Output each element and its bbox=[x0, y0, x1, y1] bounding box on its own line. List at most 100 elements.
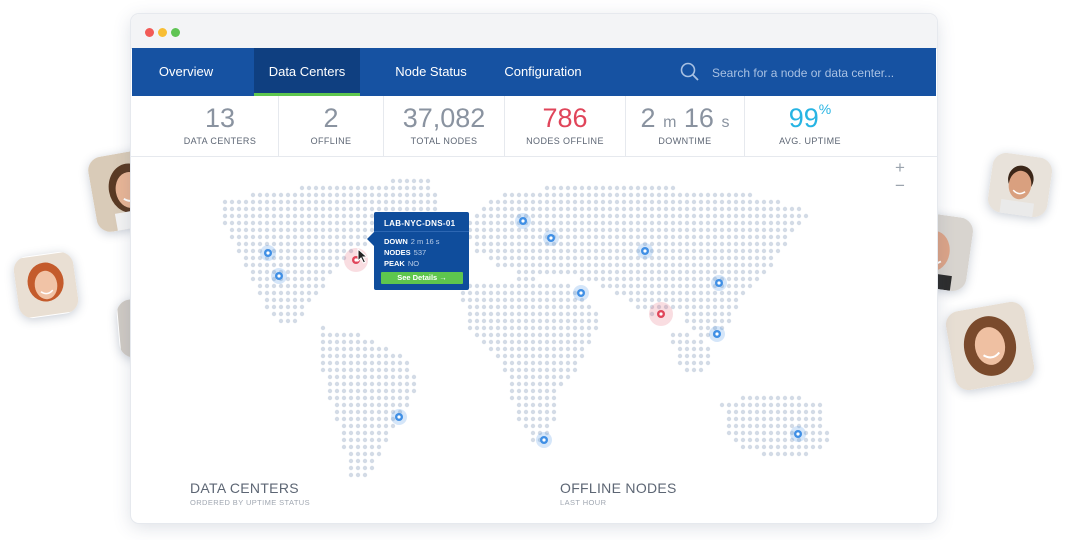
map-dot bbox=[635, 199, 641, 205]
map-dot bbox=[579, 325, 585, 331]
map-dot bbox=[348, 241, 354, 247]
map-dot bbox=[789, 227, 795, 233]
minimize-window-button[interactable] bbox=[158, 28, 167, 37]
tab-node-status[interactable]: Node Status bbox=[378, 48, 484, 96]
map-dot bbox=[306, 227, 312, 233]
map-dot bbox=[250, 213, 256, 219]
map-dot bbox=[684, 367, 690, 373]
datacenter-marker[interactable] bbox=[391, 409, 407, 425]
tab-configuration[interactable]: Configuration bbox=[492, 48, 594, 96]
zoom-in-button[interactable]: + bbox=[891, 159, 909, 177]
map-dot bbox=[530, 290, 536, 296]
datacenter-marker[interactable] bbox=[271, 268, 287, 284]
datacenter-marker[interactable] bbox=[709, 326, 725, 342]
map-dot bbox=[684, 304, 690, 310]
datacenter-marker[interactable] bbox=[543, 230, 559, 246]
map-dot bbox=[327, 213, 333, 219]
map-dot bbox=[768, 395, 774, 401]
map-dot bbox=[635, 297, 641, 303]
map-dot bbox=[488, 206, 494, 212]
map-dot bbox=[306, 262, 312, 268]
map-dot bbox=[558, 248, 564, 254]
map-dot bbox=[684, 318, 690, 324]
map-dot bbox=[327, 395, 333, 401]
map-dot bbox=[278, 199, 284, 205]
map-dot bbox=[362, 444, 368, 450]
map-dot bbox=[810, 437, 816, 443]
map-dot bbox=[537, 220, 543, 226]
maximize-window-button[interactable] bbox=[171, 28, 180, 37]
map-dot bbox=[544, 332, 550, 338]
map-dot bbox=[572, 346, 578, 352]
datacenter-marker[interactable] bbox=[637, 243, 653, 259]
map-dot bbox=[530, 262, 536, 268]
map-dot bbox=[551, 199, 557, 205]
tab-overview[interactable]: Overview bbox=[132, 48, 240, 96]
tooltip-value: NO bbox=[407, 259, 420, 268]
map-dot bbox=[733, 283, 739, 289]
datacenter-marker[interactable] bbox=[515, 213, 531, 229]
map-dot bbox=[551, 416, 557, 422]
map-dot bbox=[369, 451, 375, 457]
map-dot bbox=[390, 199, 396, 205]
map-dot bbox=[684, 213, 690, 219]
map-dot bbox=[656, 255, 662, 261]
map-dot bbox=[726, 248, 732, 254]
zoom-out-button[interactable]: − bbox=[891, 177, 909, 195]
map-dot bbox=[565, 290, 571, 296]
map-dot bbox=[782, 437, 788, 443]
search-box[interactable] bbox=[680, 56, 930, 88]
map-dot bbox=[663, 220, 669, 226]
map-dot bbox=[537, 199, 543, 205]
map-dot bbox=[733, 402, 739, 408]
map-dot bbox=[614, 220, 620, 226]
map-dot bbox=[509, 318, 515, 324]
datacenter-marker[interactable] bbox=[260, 245, 276, 261]
datacenter-marker[interactable] bbox=[536, 432, 552, 448]
map-dot bbox=[530, 276, 536, 282]
map-dot bbox=[327, 206, 333, 212]
map-dot bbox=[705, 283, 711, 289]
stat-value: 37,082 bbox=[402, 103, 486, 133]
map-dot bbox=[320, 192, 326, 198]
map-dot bbox=[243, 213, 249, 219]
world-map[interactable] bbox=[131, 157, 937, 482]
tab-data-centers[interactable]: Data Centers bbox=[254, 48, 360, 96]
map-dot bbox=[572, 234, 578, 240]
map-dot bbox=[726, 311, 732, 317]
map-dot bbox=[698, 311, 704, 317]
map-dot bbox=[425, 206, 431, 212]
map-dot bbox=[719, 297, 725, 303]
search-input[interactable] bbox=[710, 61, 929, 85]
map-dot bbox=[614, 241, 620, 247]
close-window-button[interactable] bbox=[145, 28, 154, 37]
map-dot bbox=[726, 409, 732, 415]
map-dot bbox=[488, 297, 494, 303]
map-dot bbox=[768, 206, 774, 212]
map-dot bbox=[747, 444, 753, 450]
datacenter-marker[interactable] bbox=[573, 285, 589, 301]
map-dot bbox=[670, 262, 676, 268]
map-dot bbox=[768, 213, 774, 219]
map-dot bbox=[369, 437, 375, 443]
map-dot bbox=[733, 192, 739, 198]
stat-value: 13 bbox=[204, 103, 236, 133]
see-details-button[interactable]: See Details → bbox=[381, 272, 463, 284]
offline-datacenter-marker[interactable] bbox=[649, 302, 673, 326]
map-dot bbox=[369, 346, 375, 352]
datacenter-marker[interactable] bbox=[711, 275, 727, 291]
map-dot bbox=[635, 262, 641, 268]
zoom-control: + − bbox=[891, 159, 909, 195]
map-dot bbox=[670, 297, 676, 303]
datacenter-marker[interactable] bbox=[790, 426, 806, 442]
map-dot bbox=[348, 332, 354, 338]
map-dot bbox=[383, 388, 389, 394]
map-dot bbox=[628, 241, 634, 247]
map-dot bbox=[586, 332, 592, 338]
map-dot bbox=[313, 199, 319, 205]
map-dot bbox=[684, 227, 690, 233]
map-dot bbox=[726, 430, 732, 436]
map-dot bbox=[222, 199, 228, 205]
map-dot bbox=[236, 199, 242, 205]
map-dot bbox=[537, 402, 543, 408]
